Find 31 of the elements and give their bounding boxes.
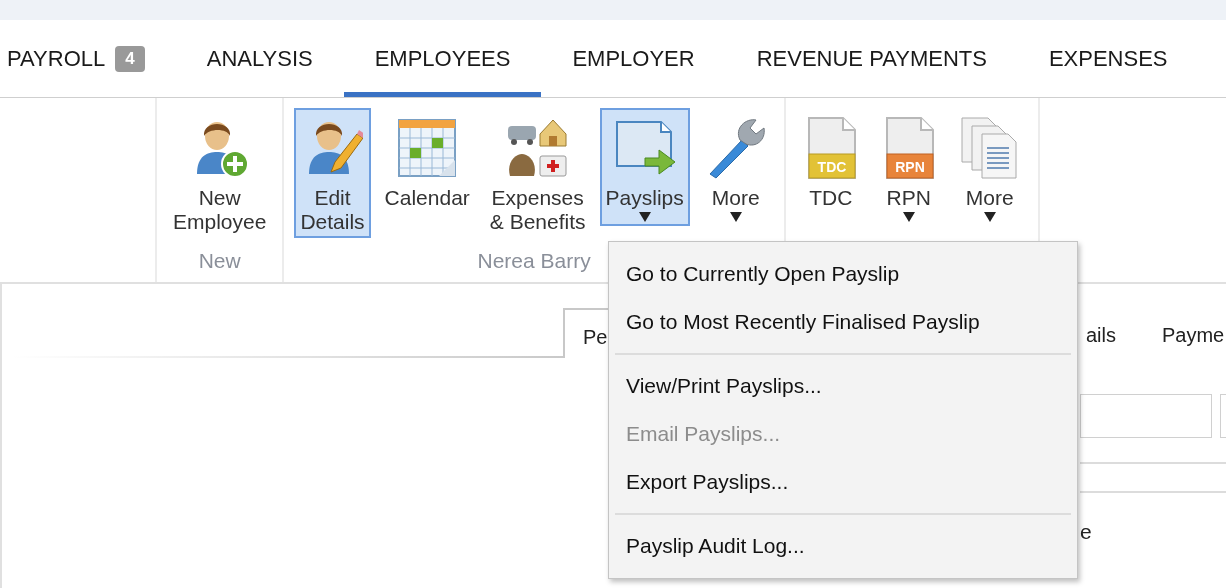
- ribbon-button[interactable]: Edit Details: [294, 108, 371, 238]
- ribbon-button[interactable]: Calendar: [378, 108, 476, 214]
- tab[interactable]: ANALYSIS: [175, 20, 344, 97]
- icon-label: RPN: [895, 159, 925, 175]
- ribbon-button[interactable]: TDC TDC: [795, 108, 866, 214]
- field-label: e: [1080, 519, 1092, 545]
- tab[interactable]: EMPLOYER: [541, 20, 726, 97]
- tab[interactable]: PAYROLL 4: [0, 20, 176, 97]
- menu-item[interactable]: Go to Most Recently Finalised Payslip: [609, 298, 1077, 346]
- ribbon-button[interactable]: New Employee: [167, 108, 273, 238]
- count-badge: 4: [115, 45, 145, 72]
- tab[interactable]: Pe: [563, 308, 610, 358]
- menu-item[interactable]: Export Payslips...: [609, 458, 1077, 506]
- input-field[interactable]: [1080, 394, 1212, 438]
- ribbon-button[interactable]: RPN RPN: [873, 108, 944, 226]
- ribbon-button[interactable]: Payslips: [599, 108, 690, 226]
- group-label: Nerea Barry: [477, 248, 591, 274]
- tab[interactable]: ails: [1086, 308, 1116, 358]
- tab[interactable]: EXPENSES: [1017, 20, 1199, 97]
- group-label: New: [198, 248, 241, 274]
- tab[interactable]: Payme: [1162, 308, 1225, 358]
- icon-label: TDC: [817, 159, 847, 175]
- document-icon: [885, 117, 934, 179]
- ribbon-button[interactable]: Expenses & Benefits: [483, 108, 592, 238]
- document-icon: [807, 117, 856, 179]
- menu-item[interactable]: Go to Currently Open Payslip: [609, 250, 1077, 298]
- ribbon-button[interactable]: More: [697, 108, 774, 226]
- menu-item[interactable]: View/Print Payslips...: [609, 362, 1077, 410]
- ribbon-button[interactable]: More: [951, 108, 1028, 226]
- menu-item[interactable]: Payslip Audit Log...: [609, 522, 1077, 570]
- tab[interactable]: REVENUE PAYMENTS: [725, 20, 1018, 97]
